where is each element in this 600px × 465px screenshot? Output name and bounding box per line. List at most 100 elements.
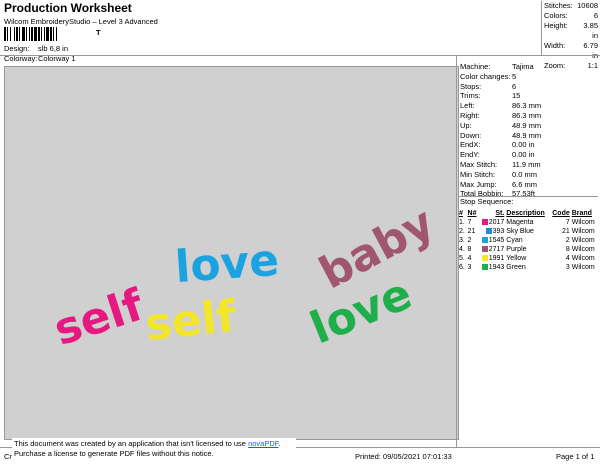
notice-purchase-text: Purchase a license to generate PDF files… bbox=[14, 449, 214, 458]
machine-info-key: Min Stitch: bbox=[460, 169, 496, 179]
stitch-count: 1991 bbox=[488, 255, 505, 262]
color-code: 8 bbox=[565, 246, 570, 253]
color-swatch bbox=[485, 228, 492, 235]
stitch-count: 393 bbox=[492, 228, 505, 235]
color-code: 2 bbox=[565, 237, 570, 244]
stop-sequence-row: 4. 8 2717 Purple 8 Wilcom bbox=[458, 245, 598, 254]
machine-info-key: Left: bbox=[460, 101, 475, 111]
machine-info-value: 0.0 mm bbox=[512, 169, 538, 179]
color-swatch bbox=[481, 246, 488, 253]
design-word-self-yellow: self bbox=[143, 291, 239, 351]
color-swatch bbox=[481, 255, 488, 262]
needle-number: 3 bbox=[467, 264, 472, 271]
color-code: 4 bbox=[565, 255, 570, 262]
machine-info-panel: Machine: Tajima Color changes: 5 Stops: 6 Trim… bbox=[458, 62, 598, 199]
machine-info-row: Color changes: 5 bbox=[458, 72, 598, 82]
machine-info-row: Trims: 15 bbox=[458, 91, 598, 101]
stop-sequence-row: 1. 7 2017 Magenta 7 Wilcom bbox=[458, 218, 598, 227]
summary-key: Stitches: bbox=[544, 1, 573, 10]
machine-info-value: 11.9 mm bbox=[512, 159, 541, 169]
stop-number: 5. bbox=[459, 255, 465, 262]
barcode-bar bbox=[57, 27, 58, 41]
stitch-cell: 2717 bbox=[478, 245, 505, 254]
stop-sequence-row: 3. 2 1545 Cyan 2 Wilcom bbox=[458, 236, 598, 245]
machine-info-row: Min Stitch: 0.0 mm bbox=[458, 170, 598, 180]
machine-info-key: Stops: bbox=[460, 81, 482, 91]
color-code: 7 bbox=[565, 219, 570, 226]
panel-divider bbox=[456, 56, 457, 447]
machine-info-value: 86.3 mm bbox=[512, 110, 542, 120]
machine-info-row: Machine: Tajima bbox=[458, 62, 598, 72]
stop-sequence-row: 2. 21 393 Sky Blue 21 Wilcom bbox=[458, 227, 598, 236]
summary-row: Height: 3.85 in bbox=[542, 21, 600, 41]
machine-info-value: 0.00 in bbox=[512, 140, 535, 150]
color-description: Purple bbox=[506, 246, 527, 253]
color-description: Green bbox=[506, 264, 526, 271]
stop-number: 6. bbox=[459, 264, 465, 271]
design-value: slb 6,8 in bbox=[38, 44, 69, 53]
stitch-cell: 1943 bbox=[478, 263, 505, 272]
machine-info-key: Color changes: bbox=[460, 71, 511, 81]
stop-number: 1. bbox=[459, 219, 465, 226]
machine-info-key: Down: bbox=[460, 130, 482, 140]
thread-brand: Wilcom bbox=[571, 237, 595, 244]
summary-panel: Stitches: 10608 Colors: 6 Height: 3.85 in Widt… bbox=[541, 1, 600, 70]
color-code: 3 bbox=[565, 264, 570, 271]
stop-sequence-header: N# bbox=[467, 210, 477, 217]
novapdf-link[interactable]: novaPDF bbox=[248, 439, 278, 448]
machine-info-row: Right: 86.3 mm bbox=[458, 111, 598, 121]
summary-row: Colors: 6 bbox=[542, 11, 600, 21]
summary-value: 6 bbox=[593, 11, 598, 20]
summary-value: 10608 bbox=[577, 1, 598, 10]
stitch-count: 2017 bbox=[488, 219, 505, 226]
machine-info-row: EndY: 0.00 in bbox=[458, 150, 598, 160]
color-swatch bbox=[481, 219, 488, 226]
needle-number: 21 bbox=[467, 228, 476, 235]
summary-row: Width: 6.79 in bbox=[542, 41, 600, 61]
summary-value: 6.79 in bbox=[583, 41, 598, 60]
worksheet-title: Production Worksheet bbox=[4, 1, 132, 15]
machine-info-key: EndY: bbox=[460, 150, 481, 160]
machine-info-value: 6 bbox=[512, 81, 517, 91]
notice-text-suffix: . bbox=[278, 439, 281, 448]
machine-info-key: Up: bbox=[460, 120, 472, 130]
summary-key: Colors: bbox=[544, 11, 568, 20]
machine-info-row: Stops: 6 bbox=[458, 82, 598, 92]
needle-number: 7 bbox=[467, 219, 472, 226]
thread-brand: Wilcom bbox=[571, 255, 595, 262]
color-description: Sky Blue bbox=[506, 228, 534, 235]
design-label: Design: bbox=[4, 44, 30, 53]
stop-number: 4. bbox=[459, 246, 465, 253]
machine-info-key: Max Stitch: bbox=[460, 159, 498, 169]
machine-info-row: Down: 48.9 mm bbox=[458, 131, 598, 141]
needle-number: 4 bbox=[467, 255, 472, 262]
stitch-cell: 1991 bbox=[478, 254, 505, 263]
stop-sequence-header: St. bbox=[495, 210, 505, 217]
machine-info-value: 6.6 mm bbox=[512, 179, 538, 189]
machine-info-value: 15 bbox=[512, 91, 521, 101]
license-notice: This document was created by an applicat… bbox=[12, 438, 296, 460]
stitch-cell: 393 bbox=[478, 227, 505, 236]
stop-sequence-panel: Stop Sequence: # N# St. Description Code Bran… bbox=[458, 196, 598, 272]
stop-sequence-row: 5. 4 1991 Yellow 4 Wilcom bbox=[458, 254, 598, 263]
summary-row: Stitches: 10608 bbox=[542, 1, 600, 11]
stitch-cell: 1545 bbox=[478, 236, 505, 245]
color-swatch bbox=[481, 264, 488, 271]
machine-info-key: Machine: bbox=[460, 62, 491, 71]
stop-sequence-title: Stop Sequence: bbox=[460, 197, 514, 206]
color-description: Yellow bbox=[506, 255, 527, 262]
stop-sequence-table: # N# St. Description Code Brand 1. 7 2017 Magent… bbox=[458, 209, 598, 272]
stop-sequence-header: Brand bbox=[571, 210, 592, 217]
color-swatch bbox=[481, 237, 488, 244]
thread-brand: Wilcom bbox=[571, 246, 595, 253]
machine-info-value: 0.00 in bbox=[512, 150, 535, 160]
summary-value: 3.85 in bbox=[583, 21, 598, 40]
design-preview: self love baby self love bbox=[4, 66, 459, 440]
machine-info-key: Trims: bbox=[460, 91, 481, 101]
needle-number: 2 bbox=[467, 237, 472, 244]
machine-info-row: Max Jump: 6.6 mm bbox=[458, 180, 598, 190]
color-code: 21 bbox=[561, 228, 570, 235]
stop-number: 2. bbox=[459, 228, 465, 235]
stop-sequence-header: Description bbox=[506, 210, 545, 217]
design-word-love-blue: love bbox=[174, 235, 281, 293]
